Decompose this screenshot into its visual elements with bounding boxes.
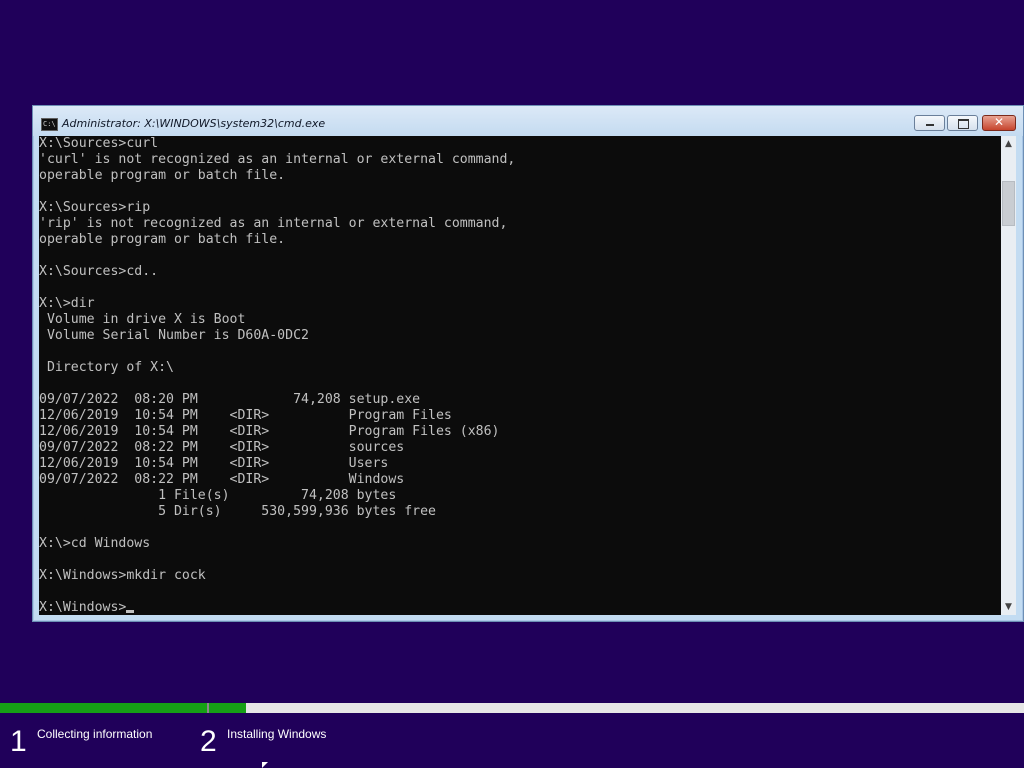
- window-title: Administrator: X:\WINDOWS\system32\cmd.e…: [62, 117, 326, 130]
- console-line: operable program or batch file.: [39, 168, 286, 183]
- progress-segment-2: [209, 703, 1024, 713]
- progress-fill-1: [0, 703, 207, 713]
- console-line: X:\>dir: [39, 296, 95, 311]
- text-cursor: [126, 610, 135, 613]
- mouse-pointer-icon: [262, 762, 268, 768]
- console-line: Volume in drive X is Boot: [39, 312, 246, 327]
- console-history: X:\Sources>curl 'curl' is not recognized…: [39, 136, 515, 583]
- setup-progress-bar: [0, 703, 1024, 713]
- console-text: X:\Sources>curl 'curl' is not recognized…: [39, 136, 1001, 615]
- console-line: 'rip' is not recognized as an internal o…: [39, 216, 508, 231]
- progress-segment-1: [0, 703, 207, 713]
- step-number: 2: [200, 725, 217, 758]
- console-line: 09/07/2022 08:22 PM <DIR> Windows: [39, 472, 405, 487]
- console-line: operable program or batch file.: [39, 232, 286, 247]
- command-prompt: X:\Windows>: [39, 600, 127, 615]
- console-line: X:\Sources>rip: [39, 200, 151, 215]
- console-line: X:\Windows>mkdir cock: [39, 568, 206, 583]
- console-line: 12/06/2019 10:54 PM <DIR> Program Files: [39, 408, 452, 423]
- console-line: 12/06/2019 10:54 PM <DIR> Users: [39, 456, 389, 471]
- console-line: 5 Dir(s) 530,599,936 bytes free: [39, 504, 436, 519]
- close-button[interactable]: ✕: [982, 115, 1016, 131]
- step-number: 1: [10, 725, 27, 758]
- console-line: 09/07/2022 08:22 PM <DIR> sources: [39, 440, 405, 455]
- cmd-icon[interactable]: C:\: [41, 118, 58, 131]
- maximize-icon: [958, 119, 969, 129]
- console-line: Volume Serial Number is D60A-0DC2: [39, 328, 309, 343]
- console-line: X:\>cd Windows: [39, 536, 151, 551]
- cmd-window[interactable]: C:\ Administrator: X:\WINDOWS\system32\c…: [32, 105, 1024, 622]
- step-label: Collecting information: [37, 727, 153, 741]
- console-line: 'curl' is not recognized as an internal …: [39, 152, 516, 167]
- minimize-icon: [926, 124, 934, 126]
- vertical-scrollbar[interactable]: ▲ ▼: [1001, 136, 1016, 615]
- close-icon: ✕: [993, 115, 1005, 129]
- scroll-up-icon[interactable]: ▲: [1001, 136, 1016, 152]
- console-line: Directory of X:\: [39, 360, 174, 375]
- maximize-button[interactable]: [947, 115, 978, 131]
- console-line: X:\Sources>cd..: [39, 264, 159, 279]
- title-bar[interactable]: C:\ Administrator: X:\WINDOWS\system32\c…: [33, 106, 1023, 136]
- console-line: X:\Sources>curl: [39, 136, 159, 151]
- console-line: 1 File(s) 74,208 bytes: [39, 488, 397, 503]
- minimize-button[interactable]: [914, 115, 945, 131]
- console-line: 09/07/2022 08:20 PM 74,208 setup.exe: [39, 392, 421, 407]
- step-label: Installing Windows: [227, 727, 327, 741]
- scroll-thumb[interactable]: [1002, 181, 1015, 226]
- scroll-down-icon[interactable]: ▼: [1001, 599, 1016, 615]
- console-output[interactable]: X:\Sources>curl 'curl' is not recognized…: [39, 136, 1001, 615]
- console-line: 12/06/2019 10:54 PM <DIR> Program Files …: [39, 424, 500, 439]
- progress-fill-2: [209, 703, 246, 713]
